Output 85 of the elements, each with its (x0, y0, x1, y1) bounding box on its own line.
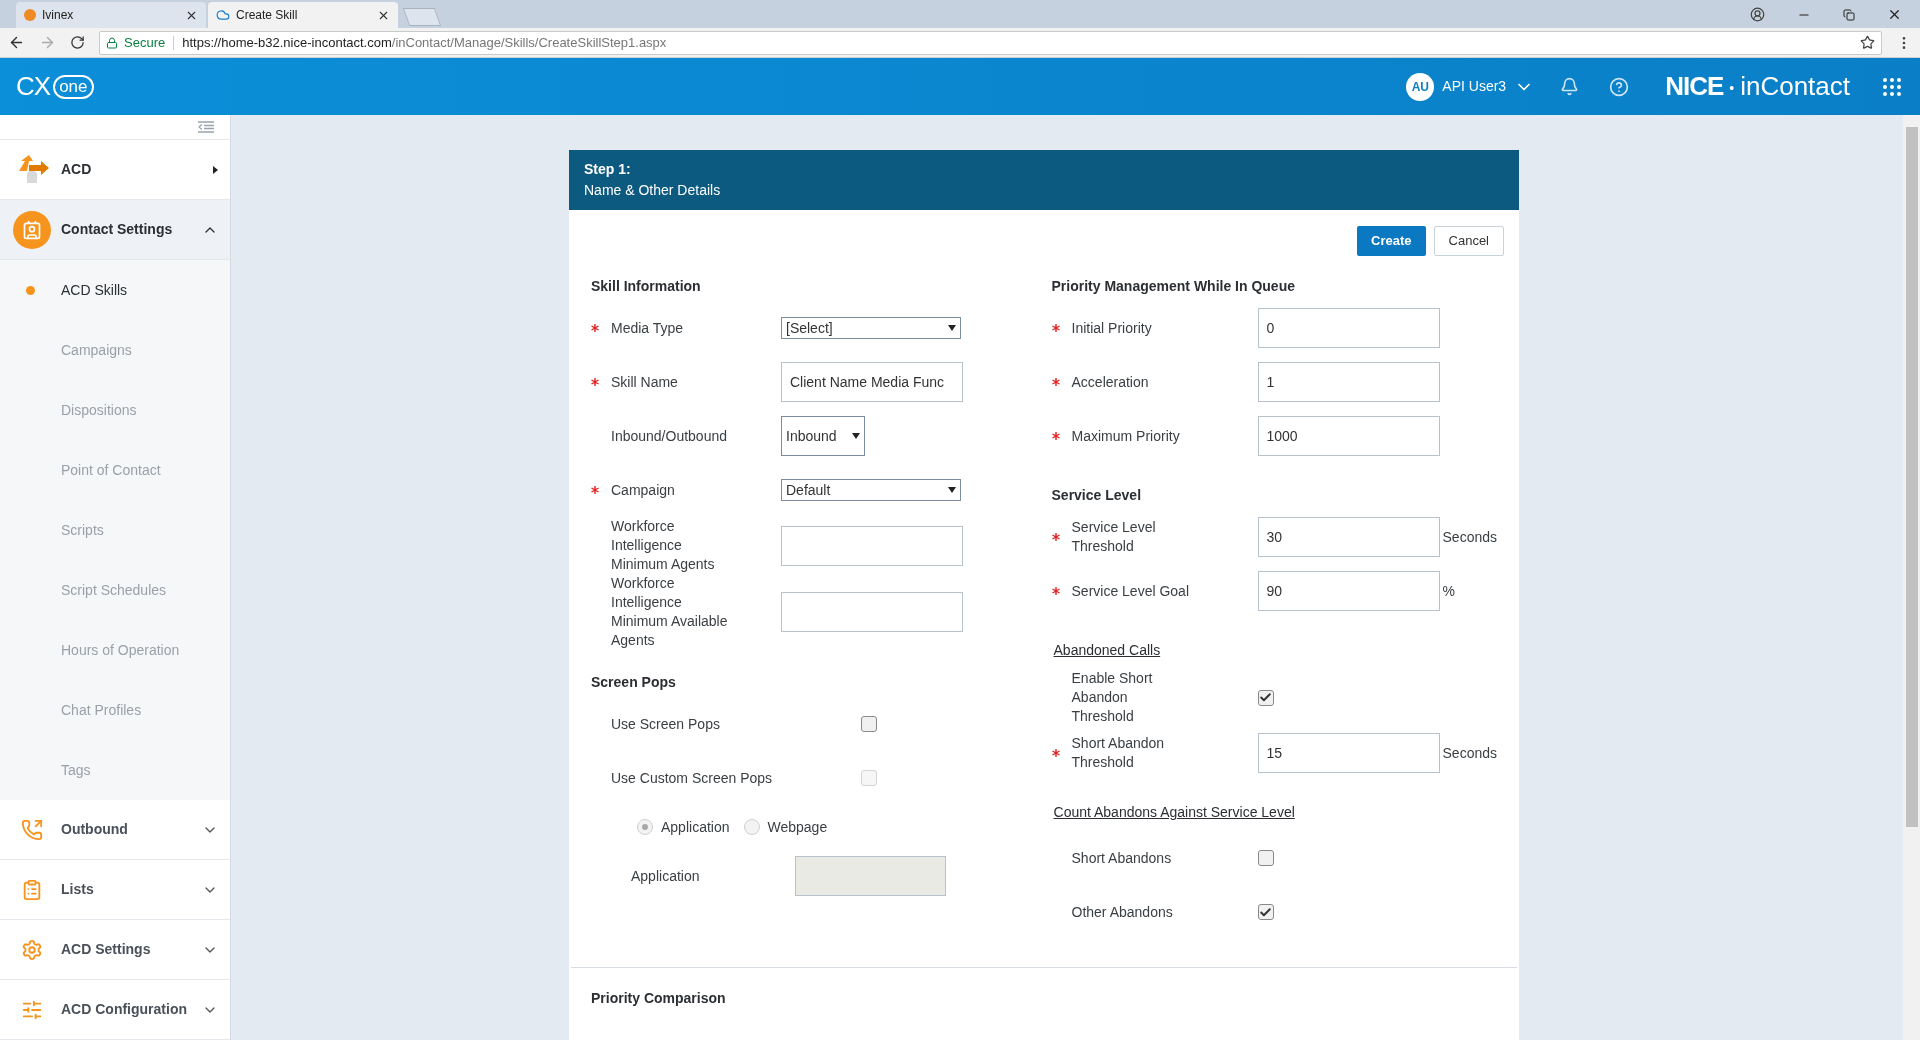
input-field[interactable] (781, 592, 963, 632)
input-field[interactable] (781, 525, 963, 566)
forward-icon[interactable] (39, 34, 56, 51)
help-icon[interactable] (1609, 76, 1630, 97)
checkbox[interactable] (1257, 850, 1274, 866)
url-text: https://home-b32.nice-incontact.com/inContact/Manage/Skills/CreateSkillStep1.aspx (182, 33, 667, 52)
bookmark-star-icon[interactable] (1860, 35, 1875, 50)
checkbox-label: Use Custom Screen Pops (611, 768, 773, 788)
bell-icon[interactable] (1560, 77, 1580, 96)
sidebar-label: ACD (61, 160, 93, 179)
sidebar-label: ACD Settings (61, 940, 152, 959)
checkbox[interactable] (861, 716, 877, 732)
checkbox-label: Enable Short Abandon Threshold (1071, 669, 1154, 726)
field-label: Short Abandon Threshold (1070, 734, 1166, 772)
checkbox-label: Other Abandons (1071, 902, 1174, 922)
field-label: Skill Name (610, 372, 679, 392)
input-field[interactable]: Client Name Media Func (781, 362, 963, 402)
field-label: Media Type (610, 318, 685, 338)
lock-icon (106, 36, 118, 49)
input-field[interactable]: 90 (1257, 571, 1440, 611)
reload-icon[interactable] (70, 35, 85, 50)
input-field[interactable]: 1000 (1257, 416, 1440, 456)
restore-icon[interactable] (1843, 8, 1855, 21)
unit-label: Seconds (1442, 527, 1497, 547)
step-subtitle: Name & Other Details (584, 181, 722, 200)
section-heading: Skill Information (591, 277, 702, 296)
field-label: Service Level Goal (1070, 581, 1191, 601)
contact-card-icon (13, 210, 51, 249)
secure-label: Secure (124, 33, 166, 52)
field-label: Initial Priority (1070, 318, 1153, 338)
dropdown[interactable]: [Select] (781, 317, 961, 339)
field-label: Workforce Intelligence Minimum Available Agents (610, 574, 729, 650)
unit-label: % (1442, 581, 1455, 601)
field-label: Service Level Threshold (1070, 518, 1157, 556)
field-label: Workforce Intelligence Minimum Agents (610, 517, 716, 574)
checkbox-label: Short Abandons (1071, 848, 1173, 868)
user-name[interactable]: API User3 (1442, 76, 1507, 97)
sidebar-label: Outbound (61, 820, 129, 839)
input-field[interactable]: 30 (1257, 517, 1440, 557)
section-heading: Service Level (1051, 486, 1143, 505)
dropdown[interactable]: Inbound (781, 416, 865, 456)
input-field[interactable]: 1 (1257, 362, 1440, 402)
checkbox[interactable] (1257, 904, 1274, 920)
logo: CX one (16, 67, 94, 106)
browser-tab[interactable]: Ivinex (16, 2, 206, 28)
list-icon (21, 878, 43, 901)
settings-icon (21, 938, 43, 961)
sliders-icon (21, 998, 43, 1021)
caret-right-icon (213, 165, 218, 174)
back-icon[interactable] (8, 34, 25, 51)
checkbox-label: Use Screen Pops (611, 714, 720, 734)
sidebar-label: Lists (61, 880, 95, 899)
dropdown[interactable]: Default (781, 479, 961, 501)
tab-favicon (24, 9, 36, 21)
checkbox[interactable] (1257, 689, 1274, 706)
section-heading: Priority Management While In Queue (1051, 277, 1296, 296)
input-field[interactable]: 15 (1257, 733, 1440, 773)
sidebar-label: Contact Settings (61, 220, 174, 239)
address-bar[interactable]: Secure https://home-b32.nice-incontact.com/inContact/Manage/Skills/CreateSkillStep1.aspx (99, 30, 1882, 55)
create-button[interactable]: Create (1357, 226, 1426, 256)
browser-tab[interactable]: Create Skill (208, 2, 398, 28)
field-label: Campaign (610, 480, 676, 500)
field-label: Maximum Priority (1070, 426, 1181, 446)
collapse-menu-icon[interactable] (198, 121, 214, 133)
cloud-icon (216, 8, 230, 22)
sidebar-item[interactable]: ACD Skills (0, 260, 230, 320)
brand-logo: NICE • inContact (1665, 70, 1850, 103)
field-label: Acceleration (1070, 372, 1150, 392)
profile-icon[interactable] (1750, 7, 1765, 22)
phone-icon (21, 818, 43, 841)
section-heading: Priority Comparison (590, 989, 727, 1008)
cancel-button[interactable]: Cancel (1433, 226, 1504, 256)
field-label: Application (631, 866, 700, 886)
unit-label: Seconds (1442, 743, 1497, 763)
field-label: Inbound/Outbound (610, 426, 728, 446)
input-field[interactable]: 0 (1257, 308, 1440, 348)
sidebar-section[interactable]: Contact Settings (0, 200, 230, 260)
section-heading: Screen Pops (591, 673, 677, 692)
avatar[interactable]: AU (1406, 72, 1435, 101)
step-title: Step 1: (584, 160, 632, 179)
caret-down-icon (948, 487, 956, 493)
close-window-icon[interactable] (1887, 7, 1902, 22)
caret-down-icon (852, 433, 860, 439)
caret-down-icon (948, 325, 956, 331)
sidebar-label: ACD Configuration (61, 1000, 188, 1019)
